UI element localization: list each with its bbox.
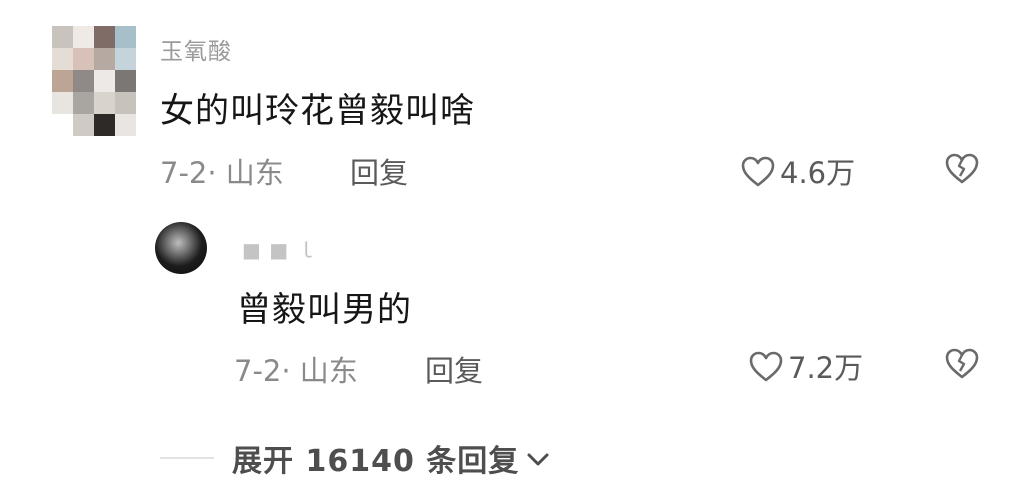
dislike-button[interactable] xyxy=(944,151,980,185)
expand-replies-label: 展开 16140 条回复 xyxy=(232,444,520,479)
divider-line xyxy=(160,457,214,459)
reply-like-count: 7.2万 xyxy=(788,351,864,385)
reply-meta: 7-2· 山东 xyxy=(234,354,358,388)
comment-meta: 7-2· 山东 xyxy=(160,156,284,190)
expand-replies-button[interactable]: 展开 16140 条回复 xyxy=(160,436,551,480)
broken-heart-icon xyxy=(944,151,980,185)
chevron-down-icon xyxy=(525,450,551,470)
commenter-username[interactable]: 玉氧酸 xyxy=(160,32,232,66)
replier-avatar[interactable] xyxy=(155,222,207,274)
reply-button[interactable]: 回复 xyxy=(350,150,408,192)
reply-reply-button[interactable]: 回复 xyxy=(425,348,483,390)
heart-outline-icon xyxy=(740,154,776,188)
comment-text: 女的叫玲花曾毅叫啥 xyxy=(160,91,475,131)
reply-like-button[interactable]: 7.2万 xyxy=(748,345,863,387)
like-button[interactable]: 4.6万 xyxy=(740,150,855,192)
commenter-avatar[interactable] xyxy=(52,26,136,136)
reply-text: 曾毅叫男的 xyxy=(237,290,412,330)
like-count: 4.6万 xyxy=(780,156,856,190)
reply-dislike-button[interactable] xyxy=(944,346,980,380)
replier-username[interactable]: ■ ■ ｌ xyxy=(242,234,318,263)
comment-thread: 玉氧酸 女的叫玲花曾毅叫啥 7-2· 山东 回复 4.6万 ■ ■ ｌ 曾毅叫男… xyxy=(0,0,1024,493)
broken-heart-icon xyxy=(944,346,980,380)
heart-outline-icon xyxy=(748,349,784,383)
